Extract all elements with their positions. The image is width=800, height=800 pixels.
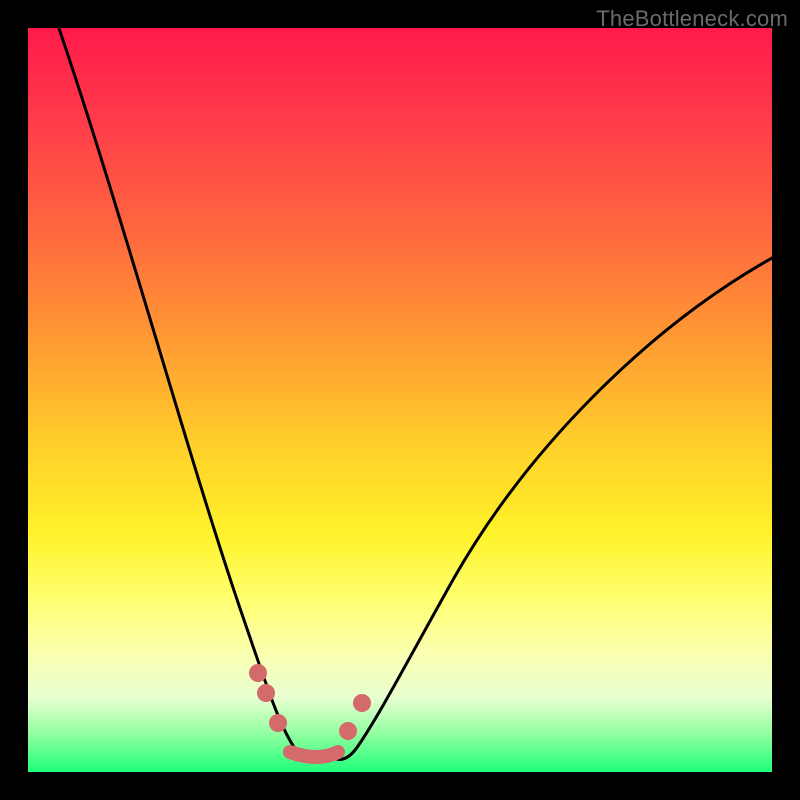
bottleneck-curve [28,28,772,772]
flat-bottom-marker [290,752,338,757]
curve-path [52,28,772,760]
chart-frame [28,28,772,772]
watermark-text: TheBottleneck.com [596,6,788,32]
left-markers [249,664,287,732]
